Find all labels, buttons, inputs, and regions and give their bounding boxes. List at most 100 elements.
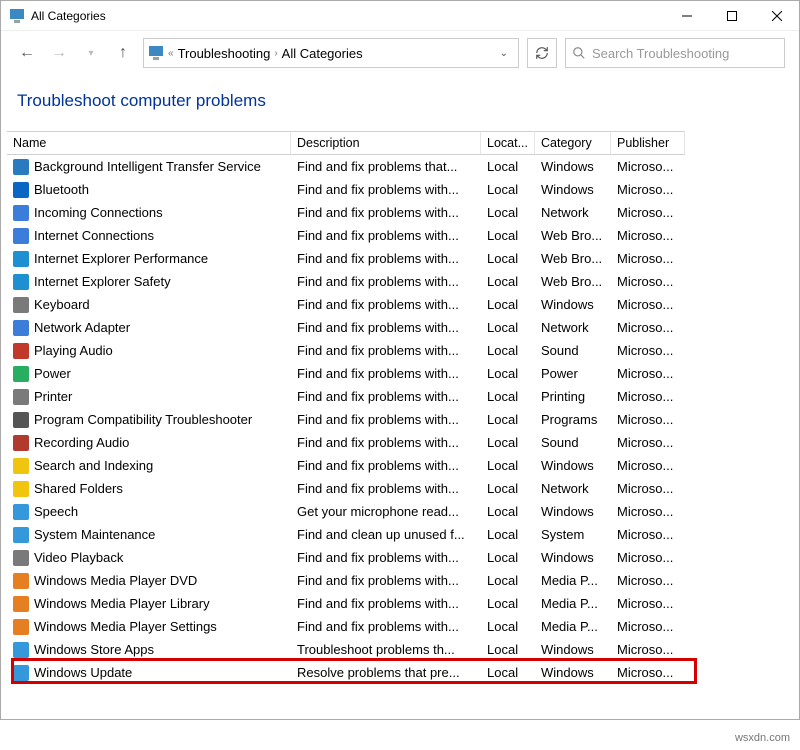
- up-button[interactable]: ↑: [111, 41, 135, 65]
- item-publisher[interactable]: Microso...: [611, 569, 685, 592]
- item-publisher[interactable]: Microso...: [611, 178, 685, 201]
- item-description[interactable]: Find and fix problems that...: [291, 155, 481, 178]
- forward-button[interactable]: →: [47, 41, 71, 65]
- item-category[interactable]: Windows: [535, 293, 611, 316]
- item-description[interactable]: Find and fix problems with...: [291, 270, 481, 293]
- item-description[interactable]: Find and fix problems with...: [291, 178, 481, 201]
- item-category[interactable]: Sound: [535, 339, 611, 362]
- item-name[interactable]: Background Intelligent Transfer Service: [7, 155, 291, 178]
- item-category[interactable]: Web Bro...: [535, 270, 611, 293]
- breadcrumb-level-2[interactable]: All Categories: [282, 46, 363, 61]
- item-name[interactable]: Windows Media Player Library: [7, 592, 291, 615]
- item-publisher[interactable]: Microso...: [611, 592, 685, 615]
- item-location[interactable]: Local: [481, 454, 535, 477]
- item-name[interactable]: Windows Media Player Settings: [7, 615, 291, 638]
- search-input[interactable]: [592, 46, 778, 61]
- item-description[interactable]: Find and fix problems with...: [291, 454, 481, 477]
- close-button[interactable]: [754, 1, 799, 31]
- item-description[interactable]: Find and fix problems with...: [291, 408, 481, 431]
- item-location[interactable]: Local: [481, 500, 535, 523]
- item-publisher[interactable]: Microso...: [611, 362, 685, 385]
- recent-locations-button[interactable]: ▾: [79, 41, 103, 65]
- item-description[interactable]: Find and fix problems with...: [291, 385, 481, 408]
- item-name[interactable]: Program Compatibility Troubleshooter: [7, 408, 291, 431]
- item-name[interactable]: Incoming Connections: [7, 201, 291, 224]
- item-location[interactable]: Local: [481, 615, 535, 638]
- item-location[interactable]: Local: [481, 224, 535, 247]
- item-publisher[interactable]: Microso...: [611, 408, 685, 431]
- item-location[interactable]: Local: [481, 201, 535, 224]
- item-category[interactable]: Power: [535, 362, 611, 385]
- item-category[interactable]: Media P...: [535, 592, 611, 615]
- item-publisher[interactable]: Microso...: [611, 201, 685, 224]
- item-name[interactable]: Power: [7, 362, 291, 385]
- item-description[interactable]: Find and fix problems with...: [291, 477, 481, 500]
- item-name[interactable]: Network Adapter: [7, 316, 291, 339]
- item-description[interactable]: Find and fix problems with...: [291, 224, 481, 247]
- item-location[interactable]: Local: [481, 431, 535, 454]
- item-category[interactable]: Network: [535, 477, 611, 500]
- item-name[interactable]: Bluetooth: [7, 178, 291, 201]
- item-publisher[interactable]: Microso...: [611, 247, 685, 270]
- item-category[interactable]: Windows: [535, 500, 611, 523]
- column-name[interactable]: Name: [7, 131, 291, 155]
- item-location[interactable]: Local: [481, 362, 535, 385]
- item-name[interactable]: Keyboard: [7, 293, 291, 316]
- item-publisher[interactable]: Microso...: [611, 224, 685, 247]
- item-name[interactable]: Windows Media Player DVD: [7, 569, 291, 592]
- column-description[interactable]: Description: [291, 131, 481, 155]
- item-location[interactable]: Local: [481, 155, 535, 178]
- item-category[interactable]: Network: [535, 316, 611, 339]
- item-category[interactable]: Windows: [535, 178, 611, 201]
- address-dropdown[interactable]: ⌄: [494, 48, 514, 59]
- item-name[interactable]: Recording Audio: [7, 431, 291, 454]
- item-category[interactable]: Network: [535, 201, 611, 224]
- item-location[interactable]: Local: [481, 546, 535, 569]
- back-button[interactable]: ←: [15, 41, 39, 65]
- item-description[interactable]: Find and fix problems with...: [291, 316, 481, 339]
- item-publisher[interactable]: Microso...: [611, 454, 685, 477]
- item-category[interactable]: Web Bro...: [535, 247, 611, 270]
- item-category[interactable]: Media P...: [535, 615, 611, 638]
- item-name[interactable]: System Maintenance: [7, 523, 291, 546]
- column-publisher[interactable]: Publisher: [611, 131, 685, 155]
- item-description[interactable]: Get your microphone read...: [291, 500, 481, 523]
- item-description[interactable]: Find and fix problems with...: [291, 339, 481, 362]
- item-location[interactable]: Local: [481, 408, 535, 431]
- item-publisher[interactable]: Microso...: [611, 615, 685, 638]
- item-publisher[interactable]: Microso...: [611, 293, 685, 316]
- item-category[interactable]: Web Bro...: [535, 224, 611, 247]
- item-description[interactable]: Find and fix problems with...: [291, 592, 481, 615]
- item-description[interactable]: Find and clean up unused f...: [291, 523, 481, 546]
- item-category[interactable]: Windows: [535, 546, 611, 569]
- item-location[interactable]: Local: [481, 270, 535, 293]
- item-description[interactable]: Find and fix problems with...: [291, 431, 481, 454]
- item-description[interactable]: Find and fix problems with...: [291, 569, 481, 592]
- item-name[interactable]: Speech: [7, 500, 291, 523]
- item-name[interactable]: Internet Connections: [7, 224, 291, 247]
- item-location[interactable]: Local: [481, 178, 535, 201]
- column-category[interactable]: Category: [535, 131, 611, 155]
- item-category[interactable]: System: [535, 523, 611, 546]
- item-category[interactable]: Printing: [535, 385, 611, 408]
- column-location[interactable]: Locat...: [481, 131, 535, 155]
- item-location[interactable]: Local: [481, 569, 535, 592]
- item-publisher[interactable]: Microso...: [611, 155, 685, 178]
- item-category[interactable]: Sound: [535, 431, 611, 454]
- search-box[interactable]: [565, 38, 785, 68]
- item-location[interactable]: Local: [481, 477, 535, 500]
- minimize-button[interactable]: [664, 1, 709, 31]
- item-description[interactable]: Find and fix problems with...: [291, 615, 481, 638]
- item-publisher[interactable]: Microso...: [611, 270, 685, 293]
- maximize-button[interactable]: [709, 1, 754, 31]
- item-location[interactable]: Local: [481, 293, 535, 316]
- breadcrumb-level-1[interactable]: Troubleshooting: [178, 46, 271, 61]
- item-publisher[interactable]: Microso...: [611, 431, 685, 454]
- item-name[interactable]: Internet Explorer Safety: [7, 270, 291, 293]
- item-description[interactable]: Find and fix problems with...: [291, 546, 481, 569]
- item-publisher[interactable]: Microso...: [611, 546, 685, 569]
- item-name[interactable]: Printer: [7, 385, 291, 408]
- item-name[interactable]: Playing Audio: [7, 339, 291, 362]
- item-publisher[interactable]: Microso...: [611, 500, 685, 523]
- item-publisher[interactable]: Microso...: [611, 385, 685, 408]
